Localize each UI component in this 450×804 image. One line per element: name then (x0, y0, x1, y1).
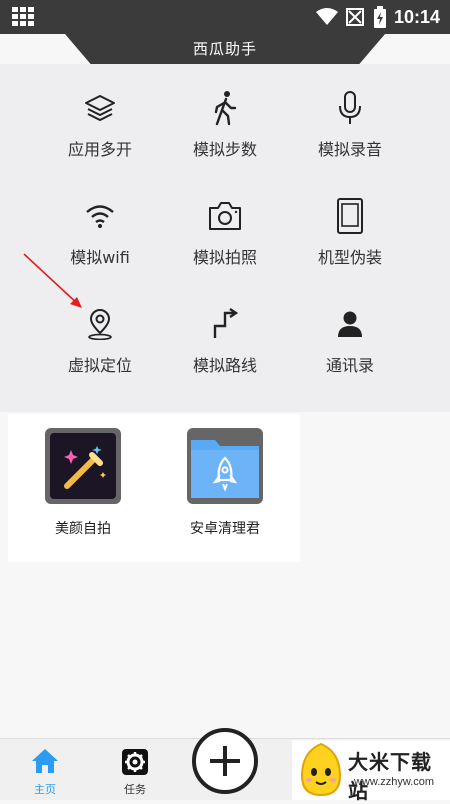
nav-home-label: 主页 (34, 783, 56, 796)
app-label: 安卓清理君 (190, 521, 260, 537)
camera-icon (205, 196, 245, 236)
no-signal-icon (345, 8, 364, 26)
app-label: 美颜自拍 (55, 521, 111, 537)
tool-label: 机型伪装 (317, 248, 382, 267)
apps-area: 美颜自拍 安卓清理君 (0, 412, 450, 740)
route-icon (205, 304, 245, 344)
status-time: 10:14 (393, 6, 440, 27)
battery-charging-icon (373, 6, 386, 28)
wifi-icon (80, 196, 120, 236)
plus-icon (210, 746, 240, 776)
phone-device-icon (330, 196, 370, 236)
annotation-arrow (23, 253, 82, 308)
nav-tasks[interactable]: 任务 (110, 745, 160, 797)
apps-grid-icon (12, 7, 34, 27)
layers-icon (80, 88, 120, 128)
tool-label: 通讯录 (325, 356, 374, 375)
app-beauty-selfie[interactable]: 美颜自拍 (8, 414, 158, 562)
microphone-icon (330, 88, 370, 128)
egg-mascot-logo (300, 742, 342, 797)
tools-panel: 应用多开 模拟步数 模拟录音 模拟wifi 模拟拍照 机型伪装 虚拟定位 模拟路… (0, 64, 450, 412)
nav-home[interactable]: 主页 (20, 745, 70, 797)
tool-contacts[interactable]: 通讯录 (275, 290, 425, 398)
tool-device-disguise[interactable]: 机型伪装 (275, 182, 425, 290)
watermark-title: 大米下载站 (348, 750, 432, 803)
title-bar: 西瓜助手 (0, 34, 450, 64)
contacts-icon (330, 304, 370, 344)
tool-simulate-recording[interactable]: 模拟录音 (275, 74, 425, 182)
status-bar: 10:14 (0, 0, 450, 34)
app-title: 西瓜助手 (192, 40, 257, 58)
nav-tasks-label: 任务 (124, 783, 146, 796)
app-android-cleaner[interactable]: 安卓清理君 (150, 414, 300, 562)
tool-label: 模拟录音 (317, 140, 382, 159)
home-icon (32, 749, 58, 773)
walking-icon (205, 88, 245, 128)
watermark-url: www.zzhyw.com (354, 776, 435, 788)
site-watermark: 大米下载站 www.zzhyw.com (292, 740, 450, 803)
rocket-folder-icon (187, 428, 263, 504)
add-button[interactable] (192, 728, 258, 794)
gear-icon (122, 749, 148, 775)
wifi-icon (315, 8, 338, 25)
magic-wand-icon (45, 428, 121, 504)
